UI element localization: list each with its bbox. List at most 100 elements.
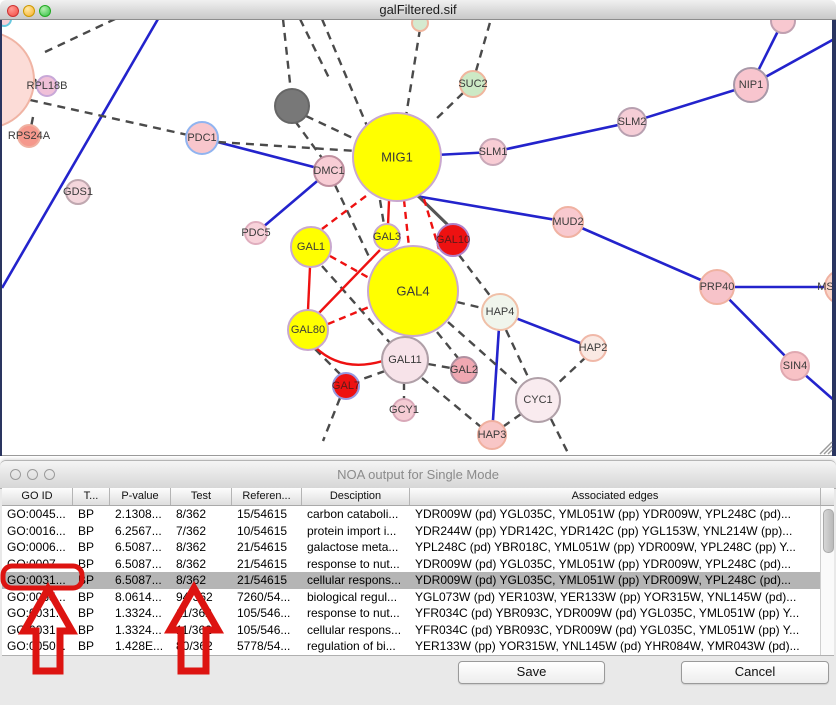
node-mud2[interactable] [553,207,583,237]
cell-test: 8/362 [171,556,232,573]
cell-type: BP [73,622,110,639]
cell-desc: cellular respons... [302,622,410,639]
edge-dash [553,357,586,388]
node-gal3[interactable] [374,224,400,250]
cell-ref: 21/54615 [232,572,302,589]
vertical-scrollbar[interactable] [820,506,834,655]
cell-type: BP [73,572,110,589]
cell-desc: protein import i... [302,523,410,540]
cell-desc: response to nut... [302,556,410,573]
node-cyc1[interactable] [516,378,560,422]
node-gal7[interactable] [333,373,359,399]
node-suc2[interactable] [460,71,486,97]
window-title: galFiltered.sif [0,2,836,17]
node-unlabeled[interactable] [275,89,309,123]
column-header-desciption[interactable]: Desciption [302,488,410,505]
cell-test: 94/362 [171,589,232,606]
cell-ref: 105/546... [232,622,302,639]
node-sin4[interactable] [781,352,809,380]
cell-test: 8/362 [171,572,232,589]
node-pdc1[interactable] [186,122,218,154]
canvas-left-border [0,19,2,456]
edge-red [308,267,310,310]
node-gds1[interactable] [66,180,90,204]
canvas-right-border [832,19,836,456]
table-row[interactable]: GO:0031...BP1.3324...11/362105/546...res… [2,605,834,622]
table-row[interactable]: GO:0031...BP6.5087...8/36221/54615cellul… [2,572,834,589]
column-header-p-value[interactable]: P-value [110,488,171,505]
edge-blue [632,85,751,122]
cell-test: 7/362 [171,523,232,540]
edge-blue [568,222,717,287]
column-header-test[interactable]: Test [171,488,232,505]
node-hap2[interactable] [580,335,606,361]
table-row[interactable]: GO:0031...BP1.3324...11/362105/546...cel… [2,622,834,639]
node-gal1[interactable] [291,227,331,267]
node-hap4[interactable] [482,294,518,330]
column-header-referen[interactable]: Referen... [232,488,302,505]
edge-dash [295,121,322,158]
save-button[interactable]: Save [458,661,605,684]
table-row[interactable]: GO:0045...BP2.1308...8/36215/54615carbon… [2,506,834,523]
node-slm2[interactable] [618,108,646,136]
cell-desc: regulation of bi... [302,638,410,655]
node-rpl18b[interactable] [37,76,57,96]
cell-edges: YDR009W (pd) YGL035C, YML051W (pp) YDR00… [410,506,834,523]
node-nip1[interactable] [734,68,768,102]
cell-go: GO:0006... [2,539,73,556]
cell-desc: carbon cataboli... [302,506,410,523]
edge-dash [428,364,451,368]
column-header-go-id[interactable]: GO ID [2,488,73,505]
cell-type: BP [73,539,110,556]
cell-type: BP [73,523,110,540]
edge-reddash [330,256,371,279]
cell-ref: 10/54615 [232,523,302,540]
node-pdc5[interactable] [245,222,267,244]
node-slm1[interactable] [480,139,506,165]
edge-dash [322,19,367,126]
cell-edges: YPL248C (pd) YBR018C, YML051W (pp) YDR00… [410,539,834,556]
noa-window-titlebar[interactable]: NOA output for Single Mode [0,461,836,489]
node-gcy1[interactable] [393,399,415,421]
node-unlabeled[interactable] [0,32,34,128]
network-window-titlebar[interactable]: galFiltered.sif [0,0,836,20]
cell-go: GO:0045... [2,506,73,523]
node-prp40[interactable] [700,270,734,304]
node-gal4[interactable] [368,246,458,336]
node-gal11[interactable] [382,337,428,383]
cell-p: 1.3324... [110,605,171,622]
resize-grip-icon[interactable] [816,439,834,455]
node-gal2[interactable] [451,357,477,383]
edge-blue [410,195,568,222]
cell-go: GO:0031... [2,605,73,622]
node-rps24a[interactable] [18,125,40,147]
node-hap3[interactable] [478,421,506,449]
network-canvas[interactable]: RPL18BRPS24AGDS1PDC1PDC5DMC1MIG1SUC2SLM1… [0,0,836,456]
table-row[interactable]: GO:0006...BP6.5087...8/36221/54615galact… [2,539,834,556]
scrollbar-thumb[interactable] [823,509,834,553]
cell-p: 6.5087... [110,539,171,556]
table-row[interactable]: GO:0007...BP6.5087...8/36221/54615respon… [2,556,834,573]
table-row[interactable]: GO:0016...BP6.2567...7/36210/54615protei… [2,523,834,540]
cell-edges: YFR034C (pd) YBR093C, YDR009W (pd) YGL03… [410,622,834,639]
cell-p: 2.1308... [110,506,171,523]
cell-ref: 21/54615 [232,556,302,573]
node-gal80[interactable] [288,310,328,350]
cell-go: GO:0007... [2,556,73,573]
column-header-associated-edges[interactable]: Associated edges [410,488,821,505]
cell-p: 8.0614... [110,589,171,606]
edge-dash [357,371,385,381]
edge-reddash [328,307,369,324]
edge-dash [459,255,491,297]
node-dmc1[interactable] [314,156,344,186]
cancel-button[interactable]: Cancel [681,661,829,684]
edge-dash [433,93,463,122]
table-row[interactable]: GO:0050...BP1.428E...80/3625778/54...reg… [2,638,834,655]
cell-desc: cellular respons... [302,572,410,589]
node-mig1[interactable] [353,113,441,201]
table-row[interactable]: GO:0065...BP8.0614...94/3627260/54...bio… [2,589,834,606]
node-gal10[interactable] [437,224,469,256]
edge-dash [406,29,420,116]
cell-p: 1.428E... [110,638,171,655]
column-header-t[interactable]: T... [73,488,110,505]
